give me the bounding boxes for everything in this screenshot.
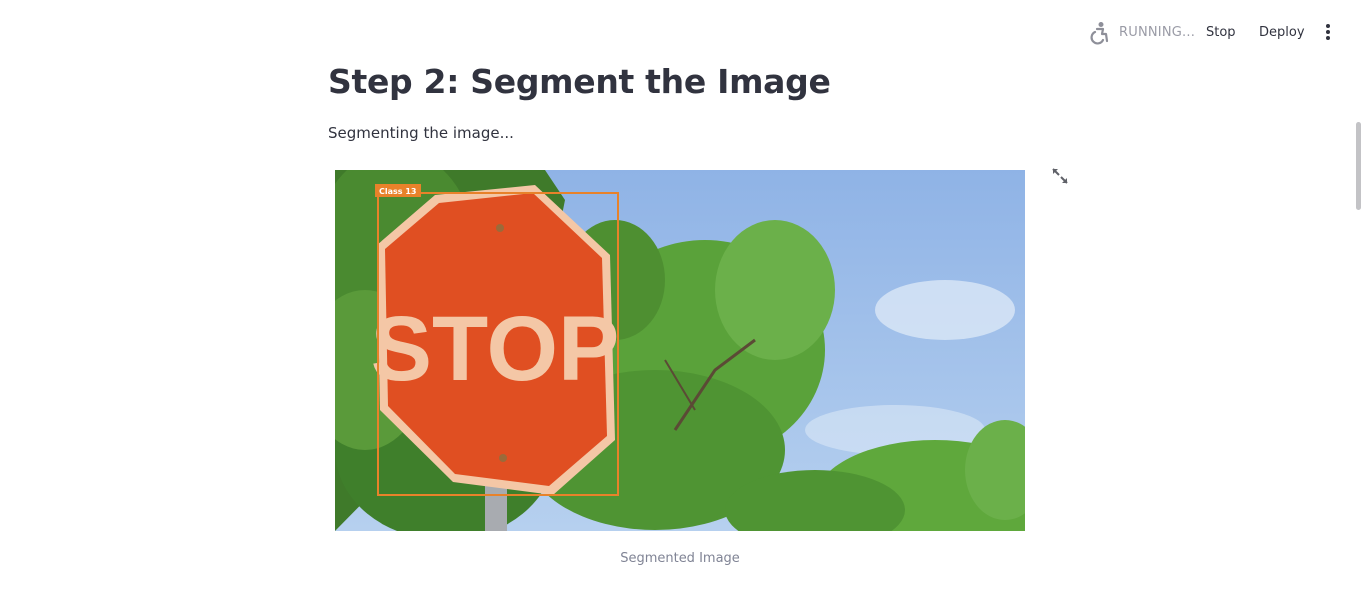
running-person-icon	[1090, 22, 1109, 45]
status-message: Segmenting the image...	[328, 124, 514, 142]
page-title: Step 2: Segment the Image	[328, 62, 831, 101]
page-scrollbar[interactable]	[1352, 0, 1366, 600]
vertical-ellipsis-icon	[1326, 24, 1330, 28]
stop-button[interactable]: Stop	[1206, 25, 1236, 40]
detection-label: Class 13	[379, 187, 416, 196]
status-label: RUNNING...	[1119, 25, 1196, 40]
deploy-button[interactable]: Deploy	[1259, 25, 1305, 40]
segmented-image: STOP Class 13	[335, 170, 1025, 531]
image-caption: Segmented Image	[620, 551, 740, 566]
expand-arrows-icon[interactable]	[1050, 166, 1070, 186]
sign-text: STOP	[371, 298, 620, 400]
scrollbar-thumb[interactable]	[1356, 122, 1361, 210]
main-menu-button[interactable]	[1320, 22, 1336, 44]
app-toolbar: RUNNING... Stop Deploy	[0, 0, 1366, 64]
